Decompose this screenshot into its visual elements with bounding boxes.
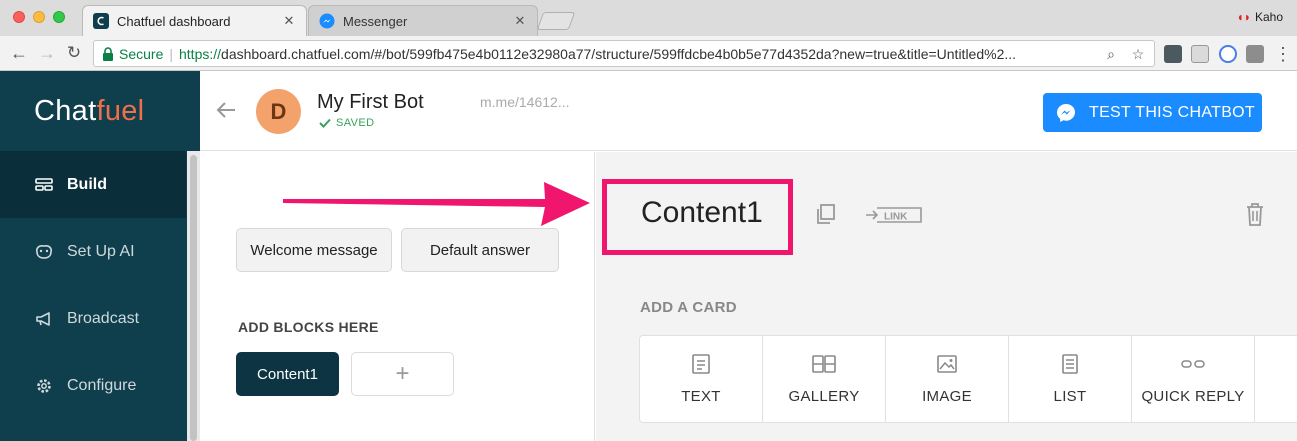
list-card-icon	[1062, 353, 1078, 374]
megaphone-icon	[34, 309, 54, 329]
sidebar-item-label: Build	[67, 175, 107, 193]
gallery-card-icon	[812, 354, 836, 373]
messenger-favicon-icon	[319, 13, 335, 29]
copy-icon[interactable]	[814, 202, 838, 226]
add-blocks-label: ADD BLOCKS HERE	[238, 319, 379, 335]
app-header: D My First Bot SAVED m.me/14612... TEST …	[200, 71, 1297, 151]
logo-fuel: fuel	[96, 94, 145, 127]
profile-button[interactable]: ◖◗ Kaho	[1236, 10, 1283, 24]
profile-name: Kaho	[1254, 10, 1283, 24]
text-card-icon	[692, 353, 710, 374]
new-tab-button[interactable]	[536, 12, 576, 30]
zoom-icon[interactable]: ⌕	[1102, 45, 1120, 63]
blocks-scrollbar[interactable]	[187, 151, 200, 441]
card-type-gallery[interactable]: GALLERY	[763, 336, 886, 422]
lock-icon	[103, 46, 113, 61]
bot-avatar[interactable]: D	[256, 89, 301, 134]
chatfuel-logo[interactable]: Chat fuel	[0, 71, 200, 151]
bot-name[interactable]: My First Bot	[317, 91, 424, 114]
build-icon	[34, 175, 54, 195]
separator: |	[169, 45, 173, 62]
blocks-panel: Welcome message Default answer ADD BLOCK…	[200, 152, 595, 441]
window-close-button[interactable]	[13, 11, 25, 23]
scrollbar-thumb[interactable]	[190, 155, 197, 441]
forward-icon[interactable]: →	[36, 42, 58, 64]
sidebar-item-label: Configure	[67, 376, 137, 394]
window-minimize-button[interactable]	[33, 11, 45, 23]
ai-brain-icon	[34, 242, 54, 262]
quick-reply-icon	[1181, 359, 1205, 368]
card-type-image[interactable]: IMAGE	[886, 336, 1009, 422]
card-type-label: GALLERY	[788, 387, 860, 405]
profile-icon: ◖◗	[1236, 10, 1251, 24]
messenger-icon	[1057, 103, 1075, 122]
sidebar-item-build[interactable]: Build	[0, 151, 186, 218]
sidebar-item-set-up-ai[interactable]: Set Up AI	[0, 218, 186, 285]
tab-title: Chatfuel dashboard	[117, 13, 231, 29]
back-arrow-icon[interactable]	[215, 99, 237, 121]
link-button[interactable]: LINK	[862, 204, 924, 226]
add-card-label: ADD A CARD	[640, 299, 737, 316]
tab-messenger[interactable]: Messenger ✕	[308, 5, 538, 36]
tab-chatfuel-dashboard[interactable]: Chatfuel dashboard ✕	[82, 5, 307, 36]
secure-label: Secure	[119, 45, 164, 62]
extension-grey-icon[interactable]	[1246, 45, 1264, 63]
image-card-icon	[937, 354, 957, 373]
address-bar[interactable]: Secure | https:// dashboard.chatfuel.com…	[93, 40, 1155, 67]
app-sidebar: Chat fuel Build Set Up AI Broadcast Confi…	[0, 71, 200, 441]
card-type-label: TEXT	[681, 387, 721, 405]
add-block-button[interactable]: +	[351, 352, 454, 396]
reload-icon[interactable]: ↻	[63, 42, 85, 64]
card-type-list[interactable]: LIST	[1009, 336, 1132, 422]
close-tab-icon[interactable]: ✕	[513, 13, 527, 29]
close-tab-icon[interactable]: ✕	[282, 13, 296, 29]
sidebar-item-broadcast[interactable]: Broadcast	[0, 285, 186, 352]
window-maximize-button[interactable]	[53, 11, 65, 23]
chatfuel-favicon-icon	[93, 13, 109, 29]
sidebar-item-label: Broadcast	[67, 309, 140, 327]
block-title[interactable]: Content1	[641, 196, 763, 230]
logo-chat: Chat	[34, 94, 97, 127]
card-type-typing[interactable]: TY	[1255, 336, 1297, 422]
browser-toolbar: ← → ↻ Secure | https:// dashboard.chatfu…	[0, 36, 1297, 71]
card-type-quick-reply[interactable]: QUICK REPLY	[1132, 336, 1255, 422]
sidebar-nav: Build Set Up AI Broadcast Configure	[0, 151, 186, 419]
gear-icon	[34, 376, 54, 396]
link-icon: LINK	[866, 207, 922, 223]
test-chatbot-button[interactable]: TEST THIS CHATBOT	[1043, 93, 1262, 132]
card-type-label: LIST	[1053, 387, 1087, 405]
back-icon[interactable]: ←	[8, 42, 30, 64]
card-type-label: IMAGE	[922, 387, 972, 405]
bot-link[interactable]: m.me/14612...	[480, 94, 570, 110]
card-type-label: QUICK REPLY	[1141, 387, 1245, 405]
block-content1[interactable]: Content1	[236, 352, 339, 396]
test-chatbot-label: TEST THIS CHATBOT	[1089, 103, 1256, 121]
welcome-message-block[interactable]: Welcome message	[236, 228, 392, 272]
checkmark-icon	[319, 118, 331, 128]
card-type-text[interactable]: TEXT	[640, 336, 763, 422]
sidebar-item-label: Set Up AI	[67, 242, 135, 260]
card-type-row: TEXT GALLERY IMAGE LIST QUICK REPLY	[639, 335, 1297, 423]
extension-icon[interactable]	[1164, 45, 1182, 63]
chrome-menu-icon[interactable]: ⋮	[1272, 43, 1294, 65]
saved-status: SAVED	[319, 117, 374, 129]
saved-label: SAVED	[336, 117, 375, 129]
default-answer-block[interactable]: Default answer	[401, 228, 559, 272]
trash-icon[interactable]	[1244, 201, 1266, 227]
link-label: LINK	[884, 212, 908, 223]
extension-circle-icon[interactable]	[1219, 45, 1237, 63]
url-text: dashboard.chatfuel.com/#/bot/599fb475e4b…	[221, 45, 1017, 62]
tab-title: Messenger	[343, 13, 408, 29]
browser-tabstrip: Chatfuel dashboard ✕ Messenger ✕ ◖◗ Kaho	[0, 0, 1297, 36]
url-scheme: https://	[179, 45, 222, 62]
block-editor: Content1 LINK ADD A CARD TEXT GALLERY IM…	[596, 152, 1297, 441]
extension-camera-icon[interactable]	[1191, 45, 1209, 63]
sidebar-item-configure[interactable]: Configure	[0, 352, 186, 419]
bookmark-star-icon[interactable]: ☆	[1129, 45, 1147, 63]
